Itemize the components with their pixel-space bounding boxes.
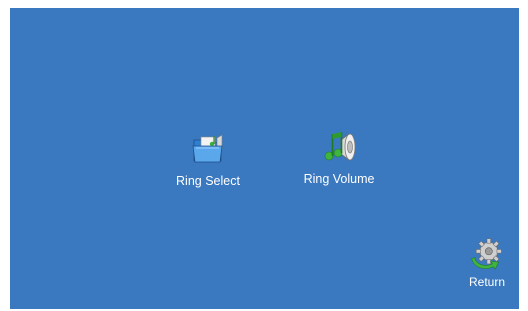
ring-volume-label: Ring Volume [303, 172, 375, 186]
return-label: Return [468, 275, 506, 289]
gear-arrow-icon [471, 238, 502, 270]
ring-select-label: Ring Select [176, 174, 240, 188]
folder-music-icon [192, 134, 223, 163]
ring-volume-button[interactable]: Ring Volume [294, 126, 384, 186]
settings-screen: Ring Select Ring Volume Return [10, 8, 519, 309]
return-button[interactable]: Return [457, 236, 517, 289]
speaker-music-note-icon [324, 132, 356, 161]
ring-select-button[interactable]: Ring Select [168, 128, 248, 188]
